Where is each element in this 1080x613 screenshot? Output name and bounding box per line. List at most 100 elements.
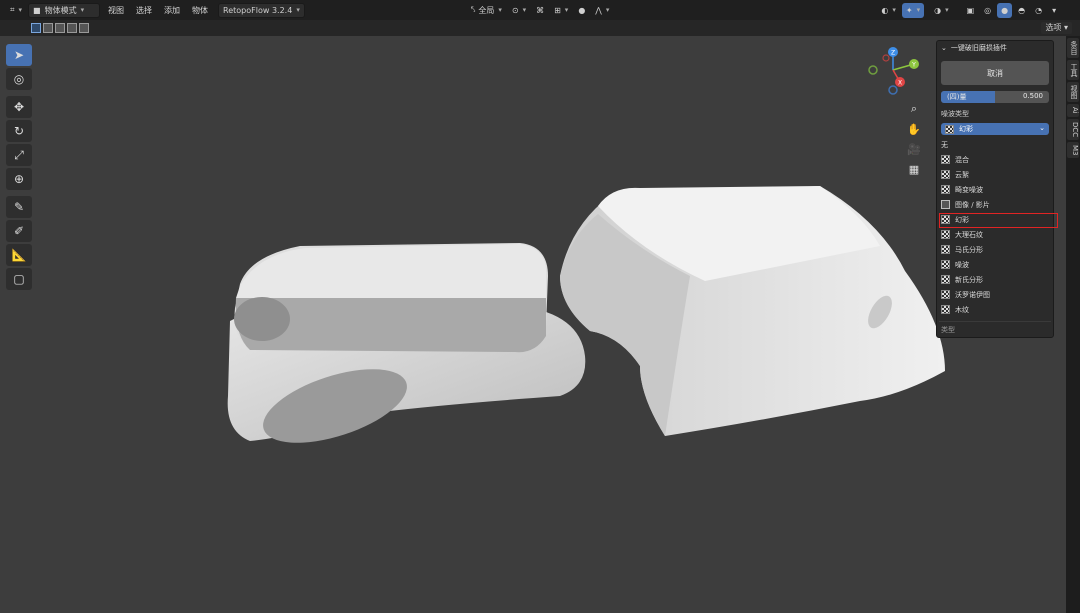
noise-option-label: 新氏分形 xyxy=(955,275,983,284)
noise-option[interactable]: 新氏分形 xyxy=(941,272,1051,287)
menu-select[interactable]: 选择 xyxy=(130,5,158,16)
divider xyxy=(939,321,1051,322)
tab-dcc[interactable]: DCC xyxy=(1067,118,1079,140)
tab-m3[interactable]: M3 xyxy=(1067,141,1079,159)
proportional-button[interactable]: ● xyxy=(574,3,589,18)
noise-option-label: 大理石纹 xyxy=(955,230,983,239)
noise-option[interactable]: 幻彩 xyxy=(939,212,1058,228)
pivot-button[interactable]: ⊙ ▾ xyxy=(508,3,530,18)
transform-icon: ⊕ xyxy=(13,172,25,186)
texture-icon xyxy=(941,215,950,224)
retopoflow-menu[interactable]: RetopoFlow 3.2.4 ▾ xyxy=(218,2,305,18)
retopoflow-label: RetopoFlow 3.2.4 xyxy=(223,5,293,15)
menu-view[interactable]: 视图 xyxy=(102,5,130,16)
pencil-icon: ✐ xyxy=(13,224,25,238)
noise-option[interactable]: 畸变噪波 xyxy=(941,182,1051,197)
noise-option[interactable]: 木纹 xyxy=(941,302,1051,317)
noise-option[interactable]: 云絮 xyxy=(941,167,1051,182)
texture-icon xyxy=(941,230,950,239)
ruler-icon: 📐 xyxy=(11,248,27,262)
texture-icon xyxy=(941,185,950,194)
cursor-tool[interactable]: ◎ xyxy=(6,68,32,90)
noise-option[interactable]: 无 xyxy=(941,137,1051,152)
navigation-gizmo[interactable]: Z Y X xyxy=(864,44,922,98)
shading-options-button[interactable]: ▾ xyxy=(1048,3,1060,18)
add-cube-tool[interactable]: ▢ xyxy=(6,268,32,290)
xray-button[interactable]: ▣ xyxy=(963,3,979,18)
ruler-tool[interactable]: 📐 xyxy=(6,244,32,266)
select-intersect-icon[interactable] xyxy=(79,23,89,33)
select-invert-icon[interactable] xyxy=(67,23,77,33)
zoom-icon[interactable]: ⌕ xyxy=(905,100,923,118)
visibility-button[interactable]: ◐ ▾ xyxy=(877,3,900,18)
noise-option[interactable]: 混合 xyxy=(941,152,1051,167)
cancel-button[interactable]: 取消 xyxy=(941,61,1049,85)
select-subtract-icon[interactable] xyxy=(55,23,65,33)
overlay-button[interactable]: ◑ ▾ xyxy=(930,3,953,18)
scale-tool[interactable]: ⤢ xyxy=(6,144,32,166)
x-axis-label: X xyxy=(898,80,902,87)
annotate-tool[interactable]: ✎ xyxy=(6,196,32,218)
noise-option-label: 木纹 xyxy=(955,305,969,314)
camera-icon[interactable]: 🎥 xyxy=(905,140,923,158)
header-bar: ⌗ ▾ ■ 物体模式 ▾ 视图 选择 添加 物体 RetopoFlow 3.2.4… xyxy=(0,0,1080,20)
select-box-tool[interactable]: ➤ xyxy=(6,44,32,66)
tab-view[interactable]: 视图 xyxy=(1067,82,1079,102)
noise-option[interactable]: 大理石纹 xyxy=(941,227,1051,242)
wireframe-shading-icon[interactable]: ◎ xyxy=(980,3,995,18)
chevron-down-icon: ▾ xyxy=(498,6,502,14)
material-shading-icon[interactable]: ◓ xyxy=(1014,3,1029,18)
transform-tool[interactable]: ⊕ xyxy=(6,168,32,190)
z-axis-label: Z xyxy=(891,50,895,57)
noise-option-label: 混合 xyxy=(955,155,969,164)
rotate-tool[interactable]: ↻ xyxy=(6,120,32,142)
move-icon: ✥ xyxy=(13,100,25,114)
tab-tool[interactable]: 工具 xyxy=(1067,60,1079,80)
transform-label: 全局 xyxy=(478,5,495,15)
menu-add[interactable]: 添加 xyxy=(158,5,186,16)
transform-orientation[interactable]: ⤣ 全局 ▾ xyxy=(467,3,506,18)
mode-label: 物体模式 xyxy=(44,5,77,15)
noise-type-label: 噪波类型 xyxy=(941,110,969,118)
solid-shading-icon[interactable]: ● xyxy=(997,2,1013,18)
rotate-icon: ↻ xyxy=(13,124,25,138)
rendered-shading-icon[interactable]: ◔ xyxy=(1031,3,1046,18)
amount-slider[interactable]: (四)量 0.500 xyxy=(941,91,1049,103)
falloff-button[interactable]: ⋀ ▾ xyxy=(591,3,613,18)
hand-icon[interactable]: ✋ xyxy=(905,120,923,138)
noise-option-label: 无 xyxy=(941,140,948,149)
options-label: 选项 xyxy=(1045,23,1062,32)
snap-target-button[interactable]: ⊞ ▾ xyxy=(550,3,572,18)
texture-icon xyxy=(941,290,950,299)
noise-option[interactable]: 沃罗诺伊图 xyxy=(941,287,1051,302)
gizmo-toggle-button[interactable]: ✦ ▾ xyxy=(901,2,925,18)
panel-footer-label: 类型 xyxy=(941,326,955,334)
annotate-icon: ✎ xyxy=(13,200,25,214)
tab-item[interactable]: 条目 xyxy=(1067,38,1079,58)
measure-tool[interactable]: ✐ xyxy=(6,220,32,242)
noise-option[interactable]: 马氏分形 xyxy=(941,242,1051,257)
noise-option[interactable]: 图像 / 影片 xyxy=(941,197,1051,212)
grid-icon[interactable]: ▦ xyxy=(905,160,923,178)
select-extend-icon[interactable] xyxy=(43,23,53,33)
texture-icon xyxy=(941,170,950,179)
options-button[interactable]: 选项 ▾ xyxy=(1041,22,1072,34)
noise-option-label: 沃罗诺伊图 xyxy=(955,290,990,299)
editor-type-button[interactable]: ⌗ ▾ xyxy=(6,3,26,18)
tab-ai[interactable]: Ai xyxy=(1067,104,1079,117)
noise-type-dropdown[interactable]: 幻彩 ⌄ xyxy=(941,123,1049,135)
texture-icon xyxy=(941,305,950,314)
chevron-down-icon: ⌄ xyxy=(941,44,947,52)
neg-y-handle xyxy=(868,65,878,75)
noise-option[interactable]: 噪波 xyxy=(941,257,1051,272)
mode-dropdown[interactable]: ■ 物体模式 ▾ xyxy=(28,2,101,18)
menu-object[interactable]: 物体 xyxy=(186,5,214,16)
neg-z-handle xyxy=(888,85,898,95)
panel-header[interactable]: ⌄ 一键破旧磨损插件 xyxy=(937,41,1053,55)
texture-icon xyxy=(941,245,950,254)
texture-icon xyxy=(945,124,954,134)
select-new-icon[interactable] xyxy=(31,23,41,33)
snap-button[interactable]: ⌘ xyxy=(532,3,548,18)
move-tool[interactable]: ✥ xyxy=(6,96,32,118)
noise-option-label: 图像 / 影片 xyxy=(955,200,990,209)
